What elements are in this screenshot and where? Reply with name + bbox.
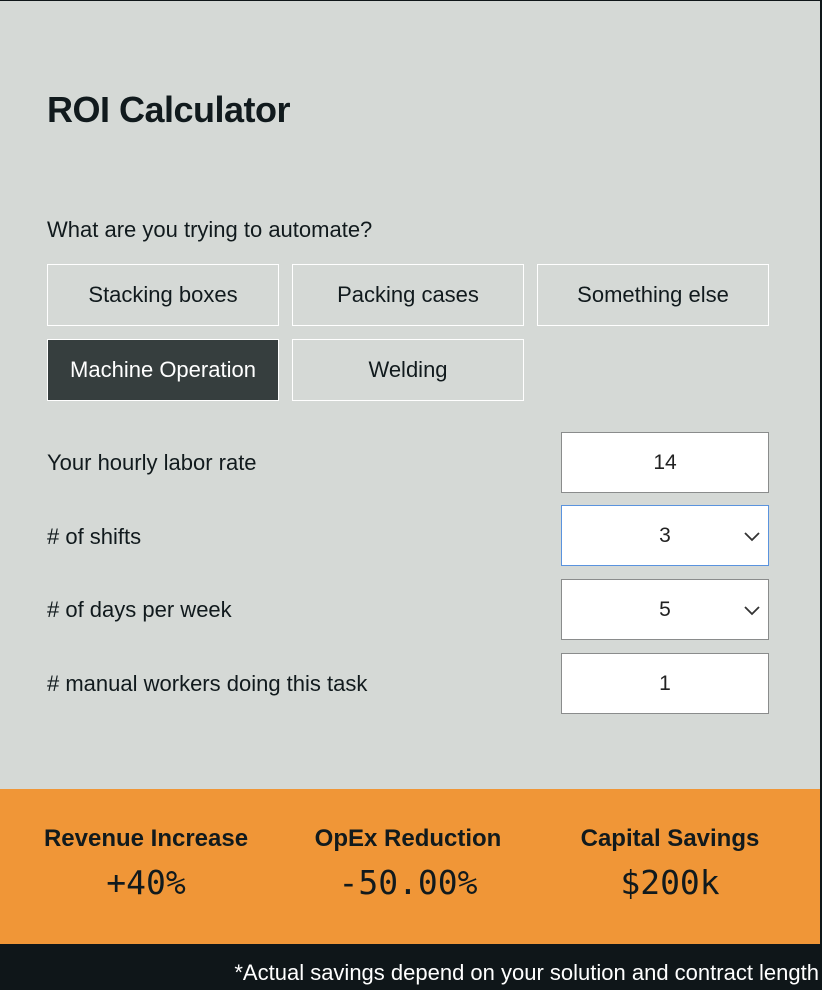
manual-workers-label: # manual workers doing this task (47, 671, 368, 696)
days-per-week-select[interactable]: 5 (561, 579, 769, 640)
hourly-rate-label: Your hourly labor rate (47, 450, 257, 475)
metric-value: $200k (620, 863, 720, 902)
hourly-rate-value: 14 (653, 450, 677, 474)
option-machine-operation[interactable]: Machine Operation (47, 339, 279, 401)
footer: *Actual savings depend on your solution … (0, 944, 822, 990)
hourly-rate-input[interactable]: 14 (561, 432, 769, 493)
page-title: ROI Calculator (47, 89, 291, 130)
metric-revenue-increase: Revenue Increase +40% (16, 825, 276, 902)
days-per-week-value: 5 (659, 597, 671, 621)
metric-label: Capital Savings (580, 825, 760, 852)
chevron-down-icon (744, 605, 760, 615)
days-per-week-label: # of days per week (47, 597, 232, 622)
option-welding[interactable]: Welding (292, 339, 524, 401)
savings-footnote: *Actual savings depend on your solution … (234, 960, 819, 985)
manual-workers-input[interactable]: 1 (561, 653, 769, 714)
option-packing-cases[interactable]: Packing cases (292, 264, 524, 326)
results-band: Revenue Increase +40% OpEx Reduction -50… (0, 789, 820, 944)
metric-opex-reduction: OpEx Reduction -50.00% (278, 825, 538, 902)
option-stacking-boxes[interactable]: Stacking boxes (47, 264, 279, 326)
metric-label: Revenue Increase (43, 825, 249, 852)
shifts-label: # of shifts (47, 524, 142, 549)
chevron-down-icon (744, 531, 760, 541)
option-something-else[interactable]: Something else (537, 264, 769, 326)
metric-value: +40% (106, 863, 186, 902)
metric-capital-savings: Capital Savings $200k (540, 825, 800, 902)
manual-workers-value: 1 (659, 671, 671, 695)
calculator-panel: ROI Calculator What are you trying to au… (0, 1, 820, 789)
metric-value: -50.00% (338, 863, 478, 902)
shifts-value: 3 (659, 523, 671, 547)
shifts-select[interactable]: 3 (561, 505, 769, 566)
metric-label: OpEx Reduction (314, 825, 502, 852)
automation-question: What are you trying to automate? (47, 217, 373, 242)
